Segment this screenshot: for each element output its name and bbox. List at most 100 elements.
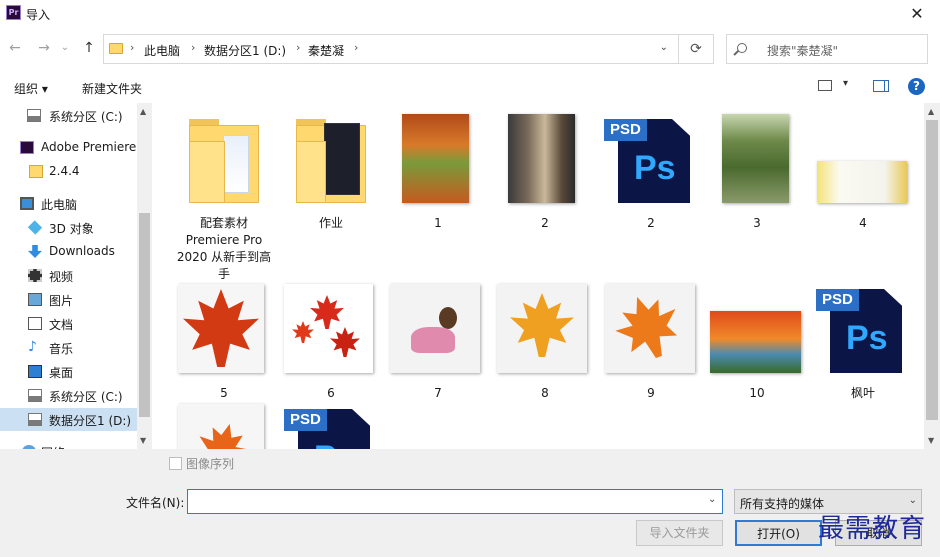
up-button[interactable]: ↑ <box>79 38 99 58</box>
file-name: 9 <box>647 386 655 400</box>
image-sequence-checkbox[interactable] <box>169 457 182 470</box>
sidebar-item-label: 3D 对象 <box>49 222 94 236</box>
drive-icon <box>28 413 42 426</box>
chevron-right-icon[interactable]: › <box>296 41 300 54</box>
file-item[interactable]: 5 <box>175 281 273 411</box>
file-item[interactable]: 作业 <box>282 111 380 241</box>
sidebar-item-label: 系统分区 (C:) <box>49 390 123 404</box>
psd-thumbnail: PSD Ps <box>814 281 912 379</box>
address-bar[interactable]: › 此电脑 › 数据分区1 (D:) › 秦楚凝 › ⌄ <box>103 34 679 64</box>
drive-icon <box>28 389 42 402</box>
file-item[interactable]: 1 <box>389 111 487 241</box>
file-name: 2 <box>647 216 655 230</box>
sidebar-item-system-c-2[interactable]: 系统分区 (C:) <box>0 384 137 407</box>
file-name: 5 <box>220 386 228 400</box>
file-name: 8 <box>541 386 549 400</box>
scroll-up-icon[interactable]: ▲ <box>140 107 146 116</box>
file-item[interactable]: PSD Ps 2 <box>602 111 700 241</box>
image-thumbnail <box>175 281 273 379</box>
sidebar-scrollbar-thumb[interactable] <box>139 213 150 417</box>
forward-button[interactable]: → <box>34 38 54 58</box>
ps-logo: Ps <box>634 149 676 187</box>
scroll-up-icon[interactable]: ▲ <box>928 107 934 116</box>
file-item[interactable] <box>175 401 273 449</box>
back-button[interactable]: ← <box>5 38 25 58</box>
sidebar-item-downloads[interactable]: Downloads <box>0 240 137 263</box>
filename-label: 文件名(N): <box>126 496 185 510</box>
navigation-bar: ← → ⌄ ↑ › 此电脑 › 数据分区1 (D:) › 秦楚凝 › ⌄ ⟳ 搜… <box>0 30 940 68</box>
sidebar-item-desktop[interactable]: 桌面 <box>0 360 137 383</box>
sidebar-item-label: 数据分区1 (D:) <box>49 414 132 428</box>
pictures-icon <box>28 293 42 306</box>
sidebar-item-data-d[interactable]: 数据分区1 (D:) <box>0 408 137 431</box>
file-item[interactable]: 4 <box>814 111 912 241</box>
search-input[interactable]: 搜索"秦楚凝" <box>726 34 928 64</box>
chevron-down-icon[interactable]: ▾ <box>843 78 848 89</box>
sidebar-item-label: 此电脑 <box>41 198 78 212</box>
file-list: 配套素材 Premiere Pro 2020 从新手到高手 作业 1 2 PSD… <box>152 103 924 449</box>
file-item[interactable]: 6 <box>282 281 380 411</box>
ps-logo: Ps <box>314 439 356 449</box>
close-button[interactable]: ✕ <box>894 0 940 28</box>
sidebar-item-documents[interactable]: 文档 <box>0 312 137 335</box>
file-item[interactable]: 9 <box>602 281 700 411</box>
file-name: 4 <box>859 216 867 230</box>
file-name: 枫叶 <box>850 386 875 400</box>
chevron-right-icon[interactable]: › <box>130 41 134 54</box>
new-folder-button[interactable]: 新建文件夹 <box>82 80 142 97</box>
sidebar-item-music[interactable]: ♪ 音乐 <box>0 336 137 359</box>
file-name: 作业 <box>318 216 343 230</box>
sidebar-item-label: 音乐 <box>49 342 74 356</box>
chevron-down-icon[interactable]: ⌄ <box>708 494 716 505</box>
image-thumbnail <box>602 281 700 379</box>
folder-thumbnail <box>175 111 273 209</box>
open-button[interactable]: 打开(O) <box>735 520 822 546</box>
chevron-right-icon[interactable]: › <box>354 41 358 54</box>
breadcrumb-this-pc[interactable]: 此电脑 <box>144 42 180 59</box>
sidebar-item-2-4-4[interactable]: 2.4.4 <box>0 160 137 183</box>
file-item[interactable]: 配套素材 Premiere Pro 2020 从新手到高手 <box>175 111 273 281</box>
sidebar-item-label: Downloads <box>49 244 115 258</box>
title-bar: Pr 导入 ✕ <box>0 0 940 28</box>
sidebar-item-adobe-premiere[interactable]: Adobe Premiere <box>0 136 137 159</box>
chevron-right-icon[interactable]: › <box>191 41 195 54</box>
chevron-down-icon[interactable]: ⌄ <box>660 42 668 53</box>
window-title: 导入 <box>26 8 51 22</box>
search-icon <box>737 43 747 53</box>
help-icon[interactable]: ? <box>908 78 925 95</box>
file-name: 6 <box>327 386 335 400</box>
video-icon <box>28 269 42 282</box>
import-folder-button[interactable]: 导入文件夹 <box>636 520 723 546</box>
file-name: 2 <box>541 216 549 230</box>
file-item[interactable]: PSD Ps <box>282 401 380 449</box>
desktop-icon <box>28 365 42 378</box>
refresh-button[interactable]: ⟳ <box>679 34 714 64</box>
file-item[interactable]: PSD Ps 枫叶 <box>814 281 912 411</box>
scroll-down-icon[interactable]: ▼ <box>140 436 146 445</box>
breadcrumb-drive-d[interactable]: 数据分区1 (D:) <box>204 42 286 59</box>
file-list-scrollbar-thumb[interactable] <box>926 120 938 420</box>
sidebar-item-videos[interactable]: 视频 <box>0 264 137 287</box>
sidebar-item-this-pc[interactable]: 此电脑 <box>0 192 137 215</box>
sidebar-item-3d-objects[interactable]: 3D 对象 <box>0 216 137 239</box>
file-item[interactable]: 8 <box>496 281 594 411</box>
preview-pane-icon[interactable] <box>873 80 889 92</box>
ps-logo: Ps <box>846 319 888 357</box>
filename-input[interactable] <box>187 489 723 514</box>
recent-locations-button[interactable]: ⌄ <box>58 38 72 58</box>
file-item[interactable]: 7 <box>389 281 487 411</box>
chevron-down-icon: ⌄ <box>908 495 917 506</box>
sidebar-item-label: 视频 <box>49 270 74 284</box>
breadcrumb-folder[interactable]: 秦楚凝 <box>308 42 344 59</box>
sidebar-item-label: 2.4.4 <box>49 164 80 178</box>
scroll-down-icon[interactable]: ▼ <box>928 436 934 445</box>
file-item[interactable]: 10 <box>708 281 806 411</box>
documents-icon <box>28 317 42 330</box>
file-item[interactable]: 2 <box>496 111 594 241</box>
organize-button[interactable]: 组织 ▾ <box>14 80 48 97</box>
sidebar-item-network[interactable]: 网络 <box>0 440 137 449</box>
file-item[interactable]: 3 <box>708 111 806 241</box>
view-icon[interactable] <box>818 80 832 91</box>
sidebar-item-pictures[interactable]: 图片 <box>0 288 137 311</box>
sidebar-item-system-c[interactable]: 系统分区 (C:) <box>0 104 137 127</box>
